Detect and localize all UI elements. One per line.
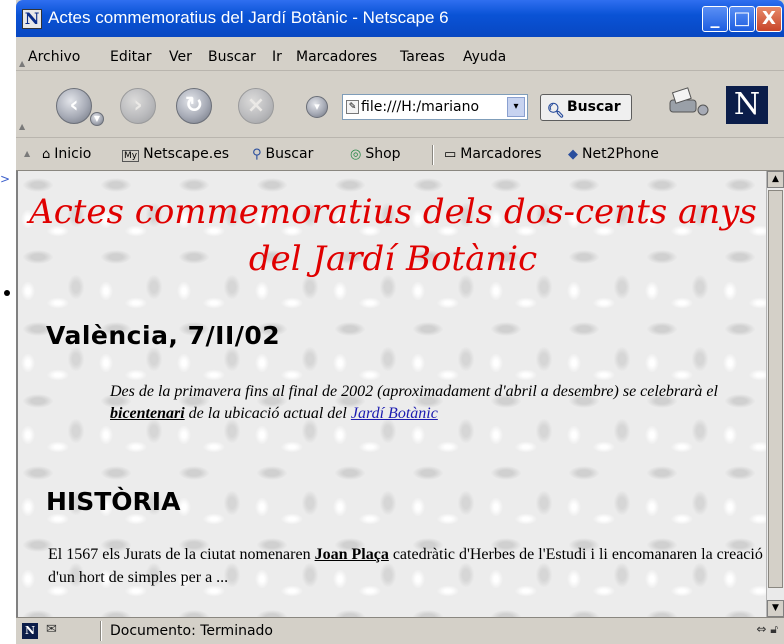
magnifier-icon: 🔍︎ [547, 103, 565, 119]
forward-button[interactable]: › [120, 88, 156, 124]
title-bar[interactable]: N Actes commemoratius del Jardí Botànic … [16, 0, 784, 37]
body-text-1: El 1567 els Jurats de la ciutat nomenare… [48, 546, 315, 563]
menu-ayuda[interactable]: Ayuda [463, 49, 506, 65]
close-button[interactable]: X [756, 6, 782, 32]
intro-paragraph: Des de la primavera fins al final de 200… [110, 381, 720, 425]
mail-icon[interactable]: ✉ [46, 622, 57, 637]
netscape-status-icon[interactable]: N [22, 623, 38, 639]
search-button[interactable]: 🔍︎ Buscar [540, 94, 632, 121]
go-button[interactable]: ▾ [306, 96, 328, 118]
personal-toolbar: ▲ ⌂ Inicio My Netscape.es ⚲ Buscar ◎ Shop ▭ M… [16, 139, 784, 171]
toolbar-separator [432, 145, 434, 165]
net2phone-icon: ◆ [568, 147, 578, 162]
bicentenari-bold: bicentenari [110, 405, 185, 422]
net2phone-link[interactable]: ◆ Net2Phone [568, 146, 659, 162]
netscape-logo-icon: N [22, 9, 42, 29]
vertical-scrollbar[interactable]: ▲ ▼ [766, 171, 784, 617]
forward-arrow-icon: › [133, 93, 143, 118]
toolbar-grip-icon[interactable]: ▲ [19, 59, 25, 68]
url-dropdown-button[interactable]: ▾ [507, 97, 525, 117]
status-separator [100, 621, 102, 641]
stop-button[interactable]: × [238, 88, 274, 124]
gutter-arrow-icon: > [0, 172, 11, 186]
page-content[interactable]: Actes commemoratius dels dos-cents anys … [16, 171, 766, 617]
stop-icon: × [246, 93, 266, 118]
my-netscape-icon: My [122, 150, 140, 162]
back-arrow-icon: ‹ [69, 93, 79, 118]
toolbar-grip-icon[interactable]: ▲ [24, 149, 30, 158]
intro-text-1: Des de la primavera fins al final de 200… [110, 383, 718, 400]
page-title-line1: Actes commemoratius dels dos-cents anys [29, 192, 757, 232]
gutter-dot [4, 290, 10, 296]
page-icon: ✎ [346, 100, 359, 114]
menu-editar[interactable]: Editar [110, 49, 151, 65]
status-bar: N ✉ Documento: Terminado ⇔ 🔓︎ [16, 617, 784, 644]
joan-placa-bold: Joan Plaça [314, 546, 389, 563]
printer-icon[interactable] [666, 86, 710, 120]
bookmarks-menu[interactable]: ▭ Marcadores [444, 146, 542, 162]
menu-ir[interactable]: Ir [272, 49, 282, 65]
date-heading: València, 7/II/02 [46, 321, 281, 350]
chevron-down-icon: ▼ [93, 114, 101, 123]
status-text: Documento: Terminado [110, 623, 273, 639]
jardi-botanic-link[interactable]: Jardí Botànic [351, 405, 438, 422]
chevron-down-icon: ▾ [314, 100, 320, 113]
netscape-brand-logo[interactable]: N [726, 86, 768, 124]
intro-text-2: de la ubicació actual del [184, 405, 351, 422]
url-text[interactable]: file:///H:/mariano [361, 99, 501, 115]
scroll-thumb[interactable] [768, 190, 783, 588]
menu-buscar[interactable]: Buscar [208, 49, 256, 65]
folder-icon: ▭ [444, 147, 457, 162]
page-title-line2: del Jardí Botànic [248, 239, 538, 279]
menu-tareas[interactable]: Tareas [400, 49, 445, 65]
window-title: Actes commemoratius del Jardí Botànic - … [48, 8, 449, 27]
toolbar-grip-icon[interactable]: ▲ [19, 122, 25, 131]
reload-icon: ↻ [184, 93, 204, 118]
menu-bar: ▲ Archivo Editar Ver Buscar Ir Marcadore… [16, 37, 784, 71]
scroll-up-arrow-icon[interactable]: ▲ [767, 171, 784, 188]
scroll-down-arrow-icon[interactable]: ▼ [767, 600, 784, 617]
back-button[interactable]: ‹ [56, 88, 92, 124]
page-title: Actes commemoratius dels dos-cents anys … [18, 189, 766, 283]
magnifier-icon: ⚲ [252, 147, 262, 162]
left-gutter: > [0, 0, 16, 644]
url-field[interactable]: ✎ file:///H:/mariano ▾ [342, 94, 528, 120]
maximize-button[interactable]: □ [729, 6, 755, 32]
navigation-toolbar: ▲ ‹ ▼ › ↻ × ▾ ✎ file:///H:/mariano ▾ 🔍︎ … [16, 72, 784, 138]
home-icon: ⌂ [42, 147, 51, 162]
history-paragraph: El 1567 els Jurats de la ciutat nomenare… [48, 543, 764, 589]
netscape-es-link[interactable]: My Netscape.es [122, 146, 229, 162]
back-history-button[interactable]: ▼ [90, 112, 104, 126]
minimize-button[interactable]: _ [702, 6, 728, 32]
search-button-label: Buscar [567, 99, 621, 115]
menu-ver[interactable]: Ver [169, 49, 192, 65]
shop-link[interactable]: ◎ Shop [350, 146, 401, 162]
history-heading: HISTÒRIA [46, 487, 181, 516]
connection-lock-icon[interactable]: ⇔ 🔓︎ [756, 622, 778, 637]
menu-archivo[interactable]: Archivo [28, 49, 80, 65]
browser-window: N Actes commemoratius del Jardí Botànic … [16, 0, 784, 644]
menu-marcadores[interactable]: Marcadores [296, 49, 377, 65]
search-link[interactable]: ⚲ Buscar [252, 146, 313, 162]
shop-icon: ◎ [350, 147, 362, 162]
home-link[interactable]: ⌂ Inicio [42, 146, 91, 162]
reload-button[interactable]: ↻ [176, 88, 212, 124]
